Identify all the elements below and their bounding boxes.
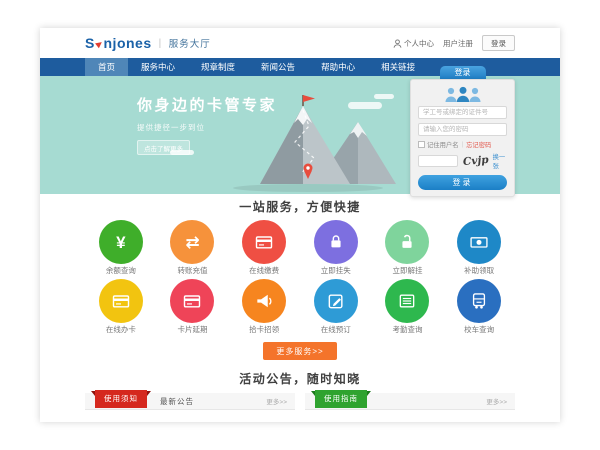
bank-card-icon: [111, 291, 131, 311]
service-label: 余额查询: [85, 267, 157, 275]
captcha-image: Cvjp: [463, 154, 490, 168]
remember-label: 记住用户名: [427, 140, 458, 149]
register-label: 用户注册: [443, 38, 473, 49]
login-divider: |: [461, 141, 463, 148]
lock-icon: [326, 232, 346, 252]
guide-panel: 使用指南 更多>>: [305, 393, 515, 422]
logo-text-part1: S: [85, 35, 95, 51]
usage-guide-tab[interactable]: 使用指南: [315, 390, 367, 408]
personal-center-label: 个人中心: [404, 38, 434, 49]
guide-panel-body: [305, 410, 515, 422]
services-section: 一站服务，方便快捷 ¥ 余额查询 ⇄ 转账充值 在线缴费: [40, 194, 560, 365]
cloud-decoration: [170, 150, 194, 155]
header-utility-links: 个人中心 用户注册 登录: [393, 35, 515, 51]
nav-item-service-center[interactable]: 服务中心: [128, 58, 188, 76]
service-label: 补助领取: [443, 267, 515, 275]
service-label: 转账充值: [157, 267, 229, 275]
service-online-card-apply[interactable]: 在线办卡: [85, 279, 157, 334]
service-report-loss[interactable]: 立即挂失: [300, 220, 372, 275]
service-online-booking[interactable]: 在线预订: [300, 279, 372, 334]
announcements-title: 活动公告，随时知晓: [40, 373, 560, 386]
latest-announcements-tab[interactable]: 最新公告: [160, 396, 194, 407]
service-label: 在线缴费: [228, 267, 300, 275]
list-icon: [397, 291, 417, 311]
users-group-icon: [441, 86, 485, 103]
more-services-button[interactable]: 更多服务>>: [263, 342, 336, 360]
login-submit-button[interactable]: 登录: [418, 175, 507, 190]
nav-item-help-center[interactable]: 帮助中心: [308, 58, 368, 76]
service-label: 在线预订: [300, 326, 372, 334]
nav-item-news[interactable]: 新闻公告: [248, 58, 308, 76]
service-transfer-recharge[interactable]: ⇄ 转账充值: [157, 220, 229, 275]
mountain-illustration: [208, 92, 403, 192]
forgot-password-link[interactable]: 忘记密码: [466, 140, 491, 149]
person-icon: [393, 39, 402, 48]
service-label: 考勤查询: [372, 326, 444, 334]
notice-panel-body: [85, 410, 295, 422]
service-label: 立即解挂: [372, 267, 444, 275]
personal-center-link[interactable]: 个人中心: [393, 38, 434, 49]
services-grid: ¥ 余额查询 ⇄ 转账充值 在线缴费 立即挂失: [85, 220, 515, 338]
service-balance-inquiry[interactable]: ¥ 余额查询: [85, 220, 157, 275]
portal-page: S▶njones | 服务大厅 个人中心 用户注册 登录 首页 服务中心 规章制…: [40, 28, 560, 422]
service-label: 卡片延期: [157, 326, 229, 334]
service-label: 校车查询: [443, 326, 515, 334]
remember-checkbox[interactable]: [418, 141, 425, 148]
banknote-icon: [469, 232, 489, 252]
usage-notice-tab[interactable]: 使用须知: [95, 390, 147, 408]
service-lost-card-claim[interactable]: 拾卡招领: [228, 279, 300, 334]
service-label: 立即挂失: [300, 267, 372, 275]
login-tab[interactable]: 登录: [440, 66, 486, 79]
captcha-refresh-link[interactable]: 换一张: [493, 152, 507, 170]
edit-icon: [326, 291, 346, 311]
nav-item-regulations[interactable]: 规章制度: [188, 58, 248, 76]
bank-card-icon: [182, 291, 202, 311]
synjones-logo[interactable]: S▶njones | 服务大厅: [85, 35, 211, 51]
announcements-section: 活动公告，随时知晓 使用须知 最新公告 更多>> 使用指南 更多>>: [40, 365, 560, 422]
notice-panel: 使用须知 最新公告 更多>>: [85, 393, 295, 422]
services-title: 一站服务，方便快捷: [40, 201, 560, 214]
unlock-icon: [397, 232, 417, 252]
site-subtitle: 服务大厅: [169, 36, 211, 50]
logo-divider: |: [159, 38, 162, 49]
nav-item-home[interactable]: 首页: [85, 58, 128, 76]
username-input[interactable]: [418, 106, 507, 119]
service-subsidy-collection[interactable]: 补助领取: [443, 220, 515, 275]
site-header: S▶njones | 服务大厅 个人中心 用户注册 登录: [40, 28, 560, 58]
bank-card-icon: [254, 232, 274, 252]
service-label: 在线办卡: [85, 326, 157, 334]
bus-icon: [469, 291, 489, 311]
login-panel: 登录 记住用户名 | 忘记密码 Cvjp 换一张 登录: [410, 66, 515, 197]
service-unlock-card[interactable]: 立即解挂: [372, 220, 444, 275]
megaphone-icon: [254, 291, 274, 311]
register-link[interactable]: 用户注册: [443, 38, 473, 49]
service-card-extension[interactable]: 卡片延期: [157, 279, 229, 334]
yuan-icon: ¥: [116, 234, 125, 251]
captcha-input[interactable]: [418, 155, 458, 167]
service-online-payment[interactable]: 在线缴费: [228, 220, 300, 275]
service-attendance-inquiry[interactable]: 考勤查询: [372, 279, 444, 334]
service-label: 拾卡招领: [228, 326, 300, 334]
logo-text-part2: njones: [104, 35, 152, 51]
notice-more-link[interactable]: 更多>>: [266, 396, 287, 406]
password-input[interactable]: [418, 123, 507, 136]
service-school-bus-inquiry[interactable]: 校车查询: [443, 279, 515, 334]
header-login-button[interactable]: 登录: [482, 35, 515, 51]
guide-more-link[interactable]: 更多>>: [486, 396, 507, 406]
transfer-icon: ⇄: [185, 234, 199, 251]
